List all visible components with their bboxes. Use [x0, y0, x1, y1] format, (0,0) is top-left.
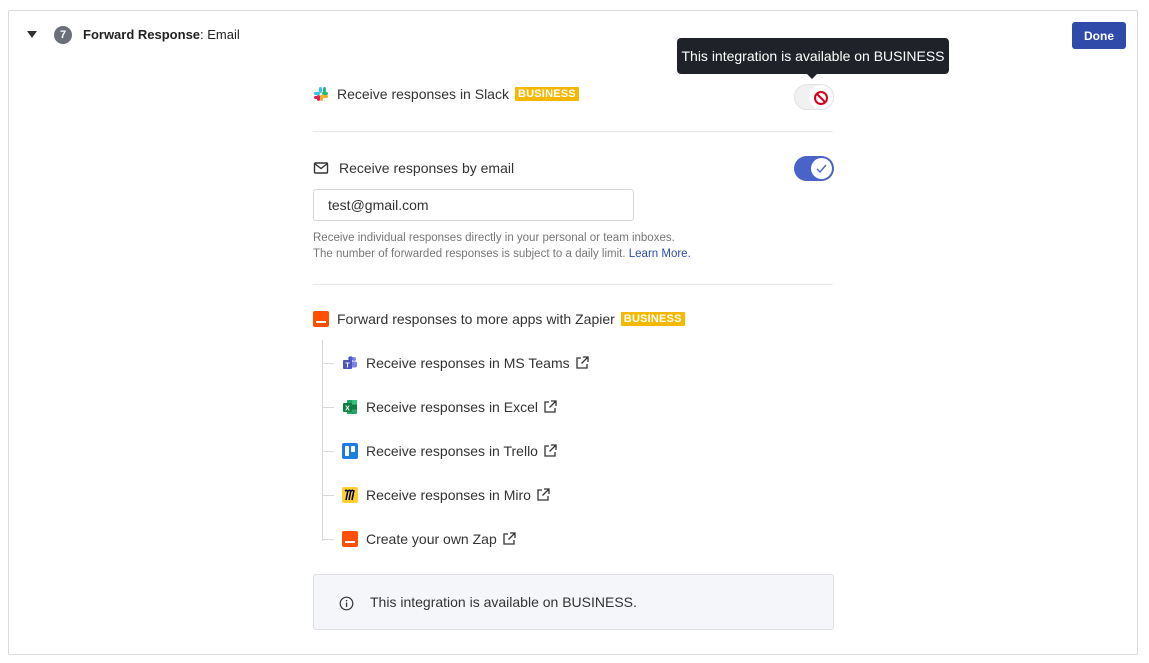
learn-more-link[interactable]: Learn More.: [629, 248, 691, 260]
external-link-icon[interactable]: [543, 444, 557, 458]
help-line-2: The number of forwarded responses is sub…: [313, 246, 691, 262]
excel-icon: X: [343, 400, 357, 414]
zapier-item-label: Receive responses in MS Teams: [366, 355, 570, 371]
slack-row: Receive responses in Slack BUSINESS: [313, 83, 833, 105]
tooltip-arrow: [806, 73, 818, 79]
zapier-item-ms-teams[interactable]: T Receive responses in MS Teams: [342, 353, 589, 373]
email-toggle[interactable]: [794, 156, 834, 181]
help-line-1: Receive individual responses directly in…: [313, 232, 675, 244]
zapier-item-label: Create your own Zap: [366, 531, 497, 547]
zapier-icon: [342, 531, 358, 547]
zapier-item-create-zap[interactable]: Create your own Zap: [342, 529, 516, 549]
trello-icon: [342, 443, 358, 459]
tree-branch: [322, 495, 334, 496]
email-help-text: Receive individual responses directly in…: [313, 230, 691, 262]
info-text: This integration is available on BUSINES…: [370, 594, 637, 610]
email-label: Receive responses by email: [339, 160, 515, 176]
panel-header[interactable]: 7 Forward Response: Email Done: [9, 11, 1137, 61]
done-button[interactable]: Done: [1072, 22, 1126, 49]
zapier-row: Forward responses to more apps with Zapi…: [313, 309, 833, 329]
tree-connector: [322, 340, 323, 541]
tree-branch: [322, 451, 334, 452]
zapier-label: Forward responses to more apps with Zapi…: [337, 311, 615, 327]
panel-title-bold: Forward Response: [83, 27, 201, 42]
mail-icon: [313, 162, 329, 174]
tree-branch: [322, 407, 334, 408]
external-link-icon[interactable]: [543, 400, 557, 414]
business-badge: BUSINESS: [514, 87, 579, 101]
info-icon: [339, 596, 354, 611]
divider: [313, 284, 833, 285]
external-link-icon[interactable]: [575, 356, 589, 370]
external-link-icon[interactable]: [536, 488, 550, 502]
forward-response-panel: 7 Forward Response: Email Done Receive r…: [8, 10, 1138, 655]
ms-teams-icon: T: [343, 356, 357, 369]
business-info-box: This integration is available on BUSINES…: [313, 574, 834, 630]
blocked-icon: [814, 91, 828, 105]
email-row: Receive responses by email: [313, 158, 833, 178]
business-tooltip: This integration is available on BUSINES…: [677, 38, 949, 74]
zapier-item-label: Receive responses in Miro: [366, 487, 531, 503]
zapier-item-miro[interactable]: Receive responses in Miro: [342, 485, 550, 505]
slack-toggle[interactable]: [794, 84, 834, 110]
toggle-knob: [811, 158, 832, 179]
tree-branch: [322, 363, 334, 364]
zapier-item-label: Receive responses in Trello: [366, 443, 538, 459]
collapse-caret-icon[interactable]: [27, 31, 37, 38]
tree-branch: [322, 539, 334, 540]
divider: [313, 131, 833, 132]
business-badge: BUSINESS: [620, 312, 685, 326]
toggle-knob: [809, 85, 833, 109]
panel-title-rest: : Email: [200, 27, 240, 42]
svg-text:T: T: [345, 362, 350, 369]
panel-title: Forward Response: Email: [83, 27, 240, 42]
help-line-2-text: The number of forwarded responses is sub…: [313, 248, 626, 260]
email-field[interactable]: [313, 189, 634, 221]
slack-label: Receive responses in Slack: [337, 86, 509, 102]
step-number-badge: 7: [54, 26, 72, 44]
zapier-item-label: Receive responses in Excel: [366, 399, 538, 415]
check-icon: [816, 164, 827, 174]
zapier-item-trello[interactable]: Receive responses in Trello: [342, 441, 557, 461]
svg-text:X: X: [345, 405, 350, 412]
slack-icon: [314, 87, 328, 101]
zapier-item-excel[interactable]: X Receive responses in Excel: [342, 397, 557, 417]
miro-icon: [342, 487, 358, 503]
zapier-icon: [313, 311, 329, 327]
external-link-icon[interactable]: [502, 532, 516, 546]
